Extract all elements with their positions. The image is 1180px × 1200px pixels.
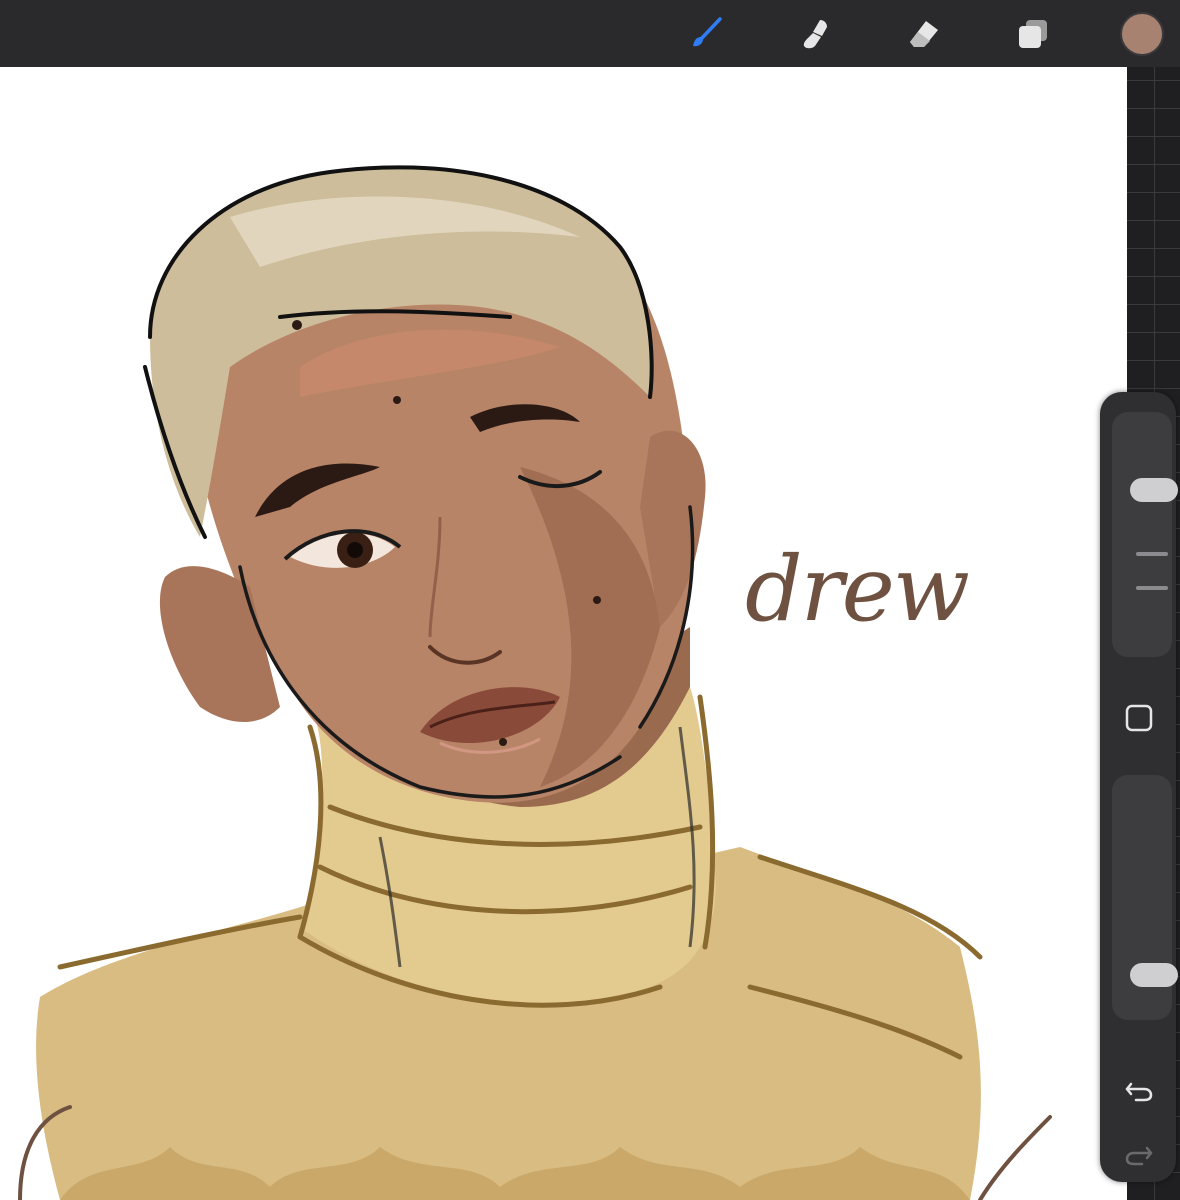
slider-tick [1136, 586, 1168, 590]
undo-button[interactable] [1119, 1070, 1159, 1110]
undo-icon [1125, 1082, 1153, 1102]
modify-square-icon [1125, 704, 1153, 732]
eraser-icon [910, 21, 938, 47]
modify-button[interactable] [1119, 698, 1159, 738]
color-picker-swatch[interactable] [1120, 12, 1164, 56]
signature-text: drew [745, 537, 970, 642]
side-toolbar [1100, 392, 1178, 1182]
opacity-thumb[interactable] [1130, 963, 1178, 987]
redo-icon [1125, 1146, 1153, 1166]
smudge-tool-button[interactable] [794, 12, 838, 56]
slider-tick [1136, 552, 1168, 556]
top-toolbar [0, 0, 1180, 67]
brush-size-slider[interactable] [1112, 412, 1178, 657]
eraser-tool-button[interactable] [902, 12, 946, 56]
brush-size-thumb[interactable] [1130, 478, 1178, 502]
layers-icon [1019, 20, 1047, 48]
smudge-icon [803, 20, 827, 49]
opacity-slider[interactable] [1112, 775, 1178, 1020]
brush-icon [693, 17, 722, 47]
layers-tool-button[interactable] [1011, 12, 1055, 56]
artist-signature: drew [745, 545, 1005, 705]
redo-button[interactable] [1119, 1134, 1159, 1174]
brush-tool-button[interactable] [684, 12, 728, 56]
